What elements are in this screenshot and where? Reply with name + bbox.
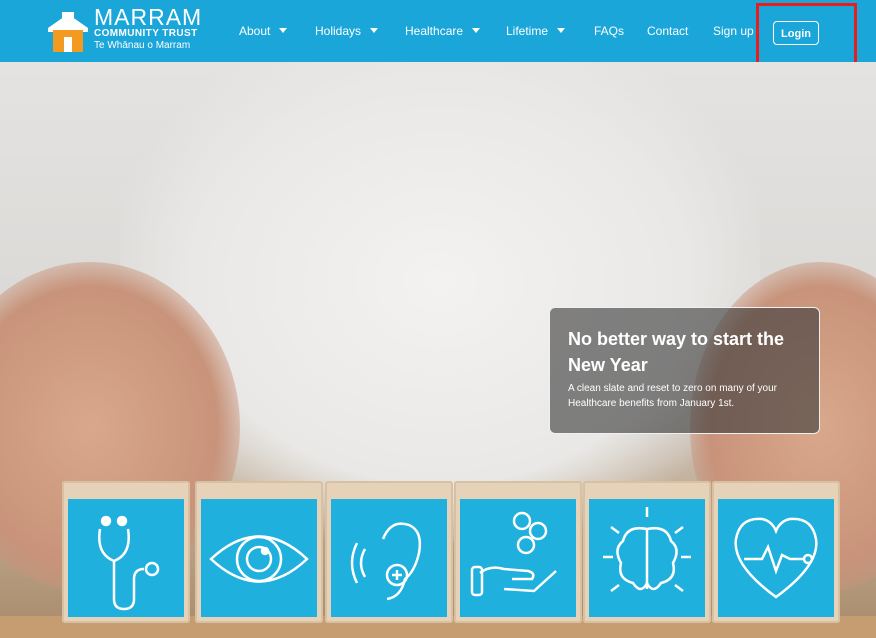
nav-item-label: Lifetime: [506, 24, 549, 38]
nav-item-lifetime[interactable]: Lifetime: [506, 24, 566, 38]
nav-item-about[interactable]: About: [239, 24, 288, 38]
hero-banner: No better way to start the New Year A cl…: [0, 62, 876, 638]
caret-down-icon: [557, 28, 566, 33]
nav-item-label: Contact: [647, 24, 689, 38]
logo-text: MARRAM COMMUNITY TRUST Te Whānau o Marra…: [94, 6, 202, 52]
ear-hearing-icon: [350, 522, 422, 601]
nav-item-label: About: [239, 24, 271, 38]
block-money: [454, 481, 582, 623]
brain-icon: [603, 507, 691, 592]
heart-pulse-icon: [734, 517, 818, 599]
logo-subtitle: COMMUNITY TRUST: [94, 28, 198, 39]
caret-down-icon: [472, 28, 481, 33]
nav-item-label: Sign up: [713, 24, 754, 38]
caret-down-icon: [370, 28, 379, 33]
nav-item-holidays[interactable]: Holidays: [315, 24, 379, 38]
health-icon-blocks: [62, 481, 852, 629]
promo-card: No better way to start the New Year A cl…: [549, 307, 820, 434]
logo-title: MARRAM: [94, 4, 203, 30]
top-navigation-bar: MARRAM COMMUNITY TRUST Te Whānau o Marra…: [0, 0, 876, 62]
logo-maori-name: Te Whānau o Marram: [94, 40, 191, 51]
caret-down-icon: [279, 28, 288, 33]
stethoscope-icon: [98, 515, 160, 611]
nav-item-label: Healthcare: [405, 24, 464, 38]
house-logo-icon: [48, 12, 88, 52]
promo-text: A clean slate and reset to zero on many …: [568, 383, 778, 409]
promo-heading: No better way to start the New Year: [568, 329, 785, 375]
nav-item-contact[interactable]: Contact: [647, 24, 688, 38]
hand-coins-icon: [470, 511, 557, 597]
nav-item-faqs[interactable]: FAQs: [594, 24, 624, 38]
block-stethoscope: [62, 481, 190, 623]
nav-item-healthcare[interactable]: Healthcare: [405, 24, 481, 38]
block-eye: [195, 481, 323, 623]
nav-item-signup[interactable]: Sign up: [713, 24, 754, 38]
block-ear: [325, 481, 453, 623]
eye-icon: [209, 535, 309, 583]
nav-item-label: Holidays: [315, 24, 362, 38]
block-heart: [712, 481, 840, 623]
nav-item-label: FAQs: [594, 24, 625, 38]
block-brain: [583, 481, 711, 623]
